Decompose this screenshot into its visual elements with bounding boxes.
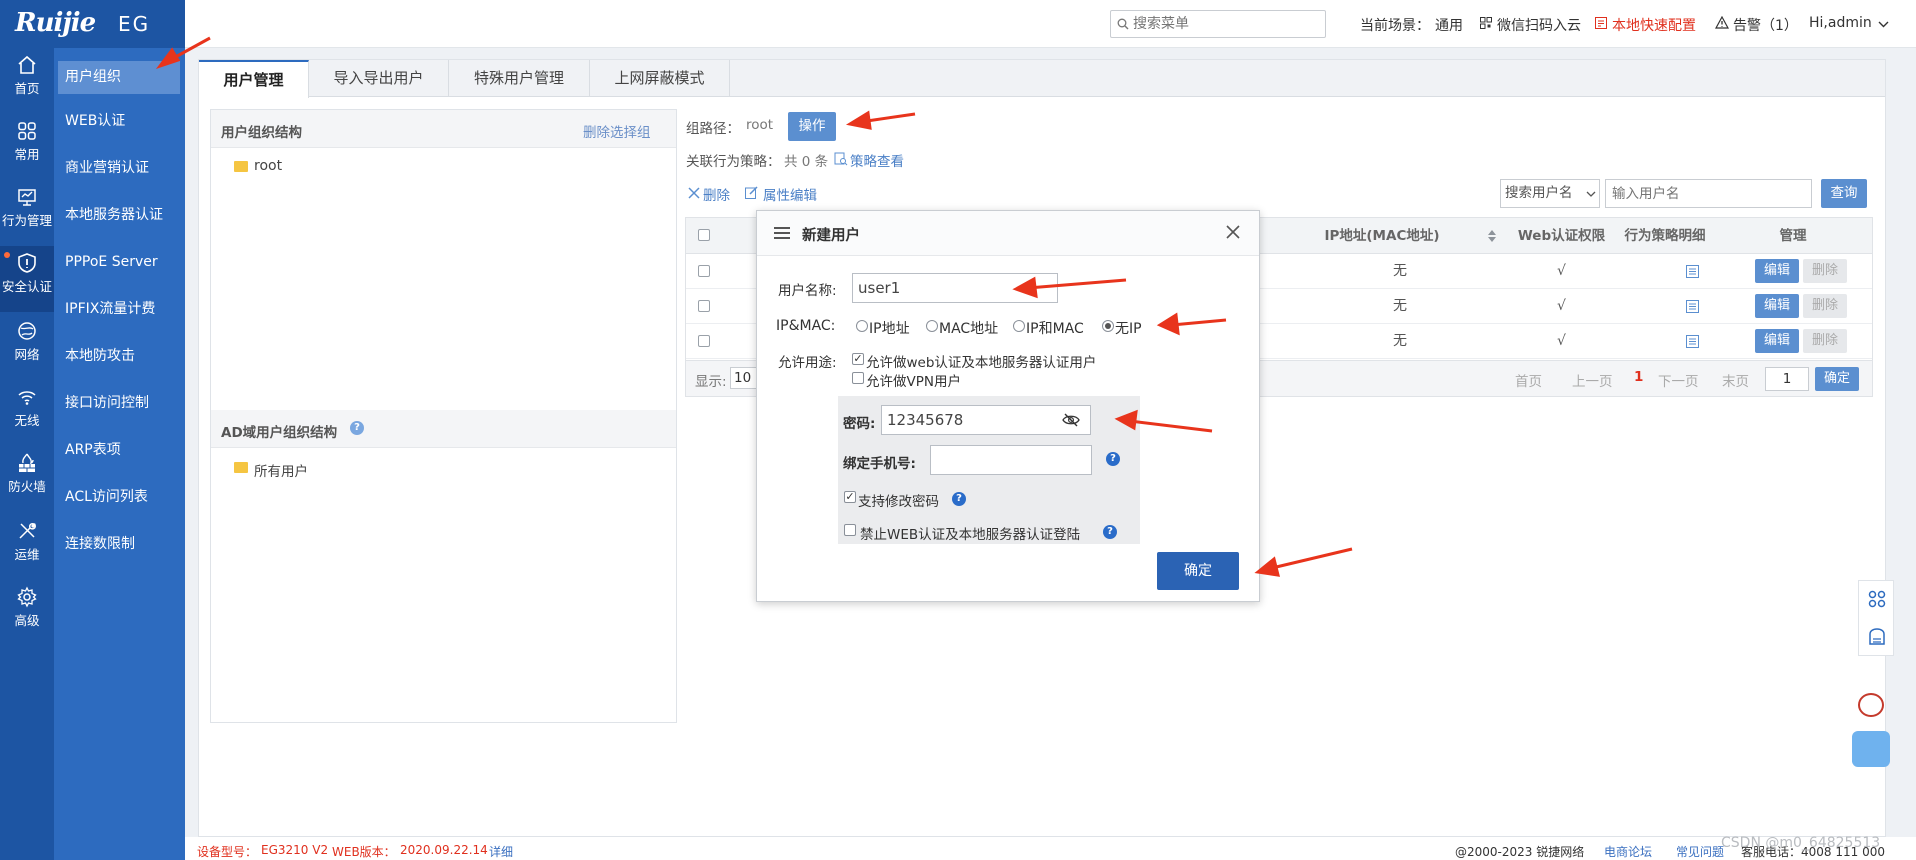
arrow-head bbox=[1254, 556, 1281, 577]
web-version-label: WEB版本： bbox=[332, 845, 396, 859]
arrow-annotation bbox=[1027, 278, 1127, 290]
watermark: CSDN @m0_64825513 bbox=[1721, 835, 1881, 851]
arrow-annotation bbox=[1271, 547, 1353, 570]
faq-link[interactable]: 常见问题 bbox=[1676, 843, 1724, 860]
floating-toolbar bbox=[1858, 580, 1894, 656]
arrow-head bbox=[155, 47, 181, 69]
web-version: 2020.09.22.14 bbox=[400, 843, 488, 857]
robot-body bbox=[1852, 731, 1890, 767]
support-robot[interactable] bbox=[1850, 693, 1892, 769]
arrow-head bbox=[845, 110, 872, 130]
arrow-head bbox=[1012, 276, 1038, 299]
detail-link[interactable]: 详细 bbox=[489, 843, 513, 860]
forum-link[interactable]: 电商论坛 bbox=[1604, 843, 1652, 860]
arrow-head bbox=[1156, 312, 1180, 336]
apps-icon[interactable] bbox=[1868, 590, 1886, 608]
robot-head bbox=[1858, 693, 1884, 717]
device-model: EG3210 V2 bbox=[261, 843, 329, 857]
footer: 设备型号： EG3210 V2 WEB版本： 2020.09.22.14 详细 … bbox=[185, 835, 1916, 860]
device-icon[interactable] bbox=[1868, 628, 1886, 646]
copyright: @2000-2023 锐捷网络 bbox=[1455, 845, 1585, 859]
arrow-annotation bbox=[1171, 318, 1227, 327]
annotation-arrows bbox=[155, 36, 1353, 577]
device-model-label: 设备型号： bbox=[197, 845, 258, 859]
arrow-head bbox=[1114, 409, 1138, 431]
arrow-annotation bbox=[1129, 419, 1213, 433]
